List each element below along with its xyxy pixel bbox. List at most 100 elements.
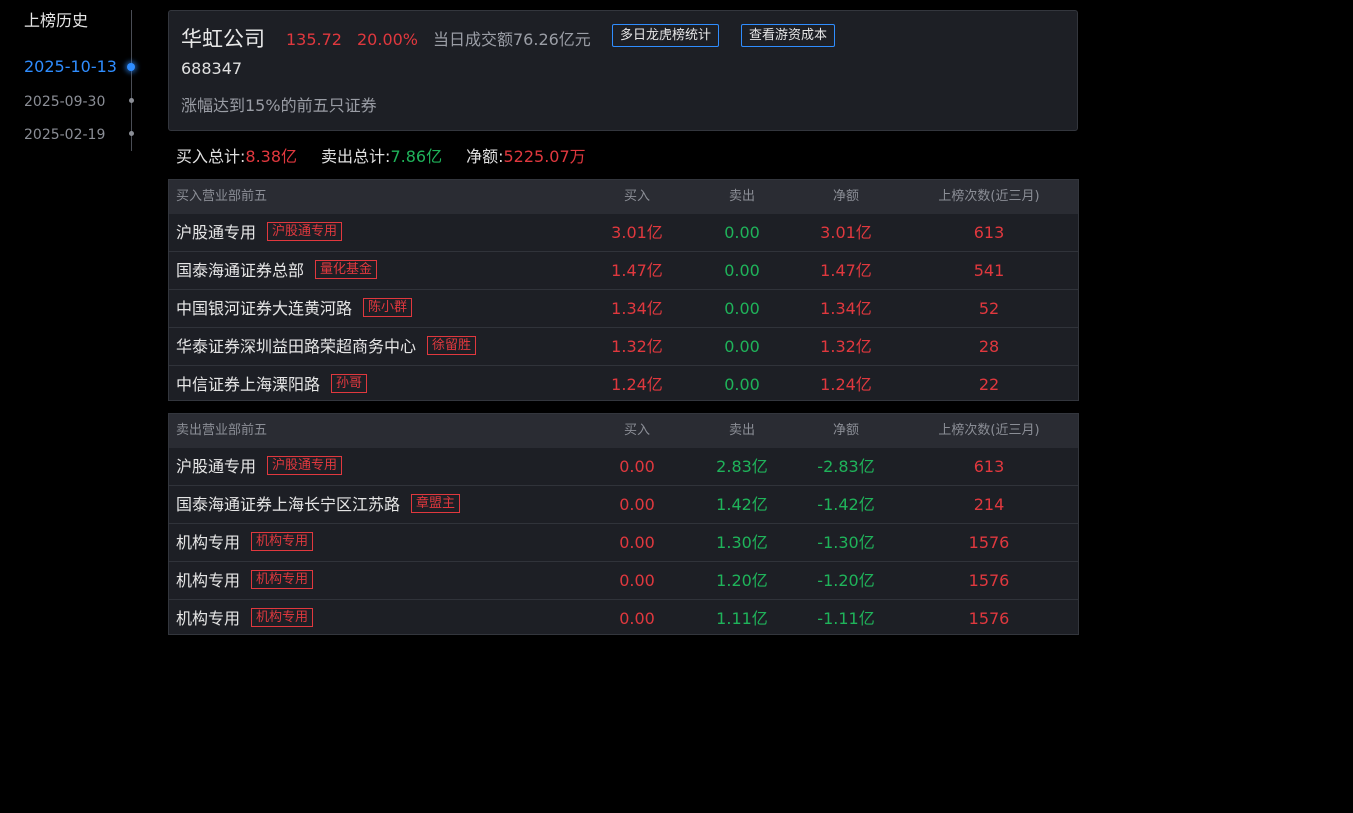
sell-amount: 1.11亿 xyxy=(716,609,768,628)
listing-count: 1576 xyxy=(968,609,1010,628)
seat-name[interactable]: 沪股通专用 xyxy=(176,223,256,242)
seat-tag: 机构专用 xyxy=(251,570,314,589)
timeline-dot-icon xyxy=(129,98,134,103)
buy-amount: 0.00 xyxy=(619,533,655,552)
seat-tag: 沪股通专用 xyxy=(267,222,343,241)
sell-amount: 0.00 xyxy=(724,261,760,280)
seat-name[interactable]: 机构专用 xyxy=(176,609,240,628)
table-row[interactable]: 机构专用 机构专用 0.00 1.20亿 -1.20亿 1576 xyxy=(169,561,1078,599)
buy-amount: 3.01亿 xyxy=(611,223,663,242)
timeline-dot-icon xyxy=(129,131,134,136)
seat-name[interactable]: 沪股通专用 xyxy=(176,457,256,476)
multi-day-stats-button[interactable]: 多日龙虎榜统计 xyxy=(612,24,720,47)
table-row[interactable]: 机构专用 机构专用 0.00 1.30亿 -1.30亿 1576 xyxy=(169,523,1078,561)
table-body: 沪股通专用 沪股通专用 0.00 2.83亿 -2.83亿 613 国泰海通证券上… xyxy=(169,448,1078,637)
seat-tag: 章盟主 xyxy=(411,494,461,513)
seat-tag: 机构专用 xyxy=(251,532,314,551)
timeline-date: 2025-02-19 xyxy=(24,127,106,143)
sell-amount: 0.00 xyxy=(724,375,760,394)
seat-name[interactable]: 华泰证券深圳益田路荣超商务中心 xyxy=(176,337,416,356)
view-cost-button[interactable]: 查看游资成本 xyxy=(741,24,836,47)
table-row[interactable]: 中信证券上海溧阳路 孙哥 1.24亿 0.00 1.24亿 22 xyxy=(169,365,1078,403)
net-amount: 3.01亿 xyxy=(820,223,872,242)
timeline-item-date-2[interactable]: 2025-09-30 xyxy=(24,91,105,111)
sell-amount: 1.20亿 xyxy=(716,571,768,590)
sell-amount: 0.00 xyxy=(724,223,760,242)
timeline-title: 上榜历史 xyxy=(24,11,89,30)
header-sell: 卖出 xyxy=(728,189,755,204)
listing-count: 1576 xyxy=(968,571,1010,590)
buy-seats-table: 买入营业部前五 买入 卖出 净额 上榜次数(近三月) 沪股通专用 沪股通专用 3.… xyxy=(168,179,1079,401)
net-amount: -1.42亿 xyxy=(817,495,875,514)
net-amount: -2.83亿 xyxy=(817,457,875,476)
header-sell: 卖出 xyxy=(728,423,755,438)
timeline-active-dot-icon xyxy=(127,63,135,71)
listing-count: 1576 xyxy=(968,533,1010,552)
totals-summary: 买入总计:8.38亿 卖出总计:7.86亿 净额:5225.07万 xyxy=(176,146,586,168)
header-net: 净额 xyxy=(832,423,859,438)
buy-amount: 0.00 xyxy=(619,457,655,476)
history-timeline: 上榜历史 2025-10-13 2025-09-30 2025-02-19 xyxy=(0,0,150,160)
seat-name[interactable]: 国泰海通证券总部 xyxy=(176,261,304,280)
seat-name[interactable]: 中信证券上海溧阳路 xyxy=(176,375,320,394)
buy-amount: 1.47亿 xyxy=(611,261,663,280)
buy-amount: 1.32亿 xyxy=(611,337,663,356)
stock-change-pct: 20.00% xyxy=(357,30,419,49)
sell-seats-table: 卖出营业部前五 买入 卖出 净额 上榜次数(近三月) 沪股通专用 沪股通专用 0.… xyxy=(168,413,1079,635)
table-row[interactable]: 沪股通专用 沪股通专用 3.01亿 0.00 3.01亿 613 xyxy=(169,214,1078,251)
stock-turnover: 当日成交额76.26亿元 xyxy=(433,30,591,49)
seat-tag: 陈小群 xyxy=(363,298,413,317)
timeline-date: 2025-09-30 xyxy=(24,94,106,110)
seat-tag: 徐留胜 xyxy=(427,336,477,355)
net-total-label: 净额: xyxy=(466,147,504,166)
buy-amount: 1.34亿 xyxy=(611,299,663,318)
sell-amount: 0.00 xyxy=(724,337,760,356)
seat-name[interactable]: 机构专用 xyxy=(176,533,240,552)
header-net: 净额 xyxy=(832,189,859,204)
header-buy: 买入 xyxy=(623,423,650,438)
sell-amount: 2.83亿 xyxy=(716,457,768,476)
seat-name[interactable]: 国泰海通证券上海长宁区江苏路 xyxy=(176,495,400,514)
timeline-item-date-3[interactable]: 2025-02-19 xyxy=(24,124,105,144)
listing-count: 541 xyxy=(973,261,1005,280)
seat-tag: 机构专用 xyxy=(251,608,314,627)
listing-count: 22 xyxy=(978,375,1000,394)
seat-tag: 孙哥 xyxy=(331,374,368,393)
listing-reason: 涨幅达到15%的前五只证券 xyxy=(181,96,377,115)
header-count: 上榜次数(近三月) xyxy=(938,189,1040,204)
seat-tag: 沪股通专用 xyxy=(267,456,343,475)
net-amount: 1.32亿 xyxy=(820,337,872,356)
table-body: 沪股通专用 沪股通专用 3.01亿 0.00 3.01亿 613 国泰海通证券总部… xyxy=(169,214,1078,403)
buy-amount: 0.00 xyxy=(619,495,655,514)
listing-count: 52 xyxy=(978,299,1000,318)
stock-info-card: 华虹公司 135.72 20.00% 当日成交额76.26亿元 多日龙虎榜统计 … xyxy=(168,10,1078,131)
net-amount: 1.34亿 xyxy=(820,299,872,318)
sell-amount: 0.00 xyxy=(724,299,760,318)
header-seat: 买入营业部前五 xyxy=(176,189,268,204)
sell-total-value: 7.86亿 xyxy=(390,147,443,166)
listing-count: 613 xyxy=(973,457,1005,476)
table-row[interactable]: 国泰海通证券上海长宁区江苏路 章盟主 0.00 1.42亿 -1.42亿 214 xyxy=(169,485,1078,523)
table-row[interactable]: 沪股通专用 沪股通专用 0.00 2.83亿 -2.83亿 613 xyxy=(169,448,1078,485)
listing-count: 214 xyxy=(973,495,1005,514)
seat-name[interactable]: 中国银河证券大连黄河路 xyxy=(176,299,352,318)
table-row[interactable]: 国泰海通证券总部 量化基金 1.47亿 0.00 1.47亿 541 xyxy=(169,251,1078,289)
timeline-item-date-1[interactable]: 2025-10-13 xyxy=(24,57,117,77)
seat-name[interactable]: 机构专用 xyxy=(176,571,240,590)
net-amount: 1.24亿 xyxy=(820,375,872,394)
stock-name: 华虹公司 xyxy=(181,27,265,51)
table-row[interactable]: 机构专用 机构专用 0.00 1.11亿 -1.11亿 1576 xyxy=(169,599,1078,637)
table-row[interactable]: 华泰证券深圳益田路荣超商务中心 徐留胜 1.32亿 0.00 1.32亿 28 xyxy=(169,327,1078,365)
listing-count: 613 xyxy=(973,223,1005,242)
sell-total-label: 卖出总计: xyxy=(321,147,391,166)
net-total-value: 5225.07万 xyxy=(503,147,586,166)
sell-amount: 1.42亿 xyxy=(716,495,768,514)
timeline-date: 2025-10-13 xyxy=(24,57,117,76)
buy-total-value: 8.38亿 xyxy=(245,147,298,166)
table-row[interactable]: 中国银河证券大连黄河路 陈小群 1.34亿 0.00 1.34亿 52 xyxy=(169,289,1078,327)
buy-amount: 0.00 xyxy=(619,571,655,590)
seat-tag: 量化基金 xyxy=(315,260,378,279)
net-amount: -1.11亿 xyxy=(817,609,875,628)
sell-amount: 1.30亿 xyxy=(716,533,768,552)
page: 上榜历史 2025-10-13 2025-09-30 2025-02-19 华虹… xyxy=(0,0,1353,813)
